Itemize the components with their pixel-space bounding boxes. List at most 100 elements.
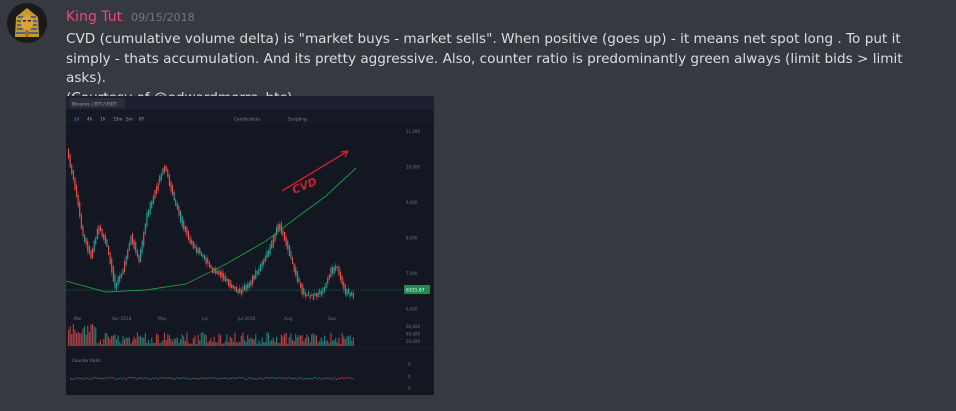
counter-ratio-dot	[341, 377, 343, 379]
counter-ratio-dot	[280, 377, 281, 379]
counter-ratio-dot	[149, 378, 151, 380]
volume-bar	[68, 329, 70, 346]
counter-ratio-dot	[138, 377, 140, 379]
counter-ratio-dot	[294, 378, 295, 379]
image-attachment[interactable]: Binance | BTC/USDT 1d 4h 1h 15m 5m 6T Candles…	[66, 96, 434, 395]
candle	[178, 206, 180, 216]
candle	[77, 194, 79, 207]
counter-ratio-dot	[324, 377, 326, 379]
username[interactable]: King Tut	[66, 9, 122, 25]
counter-ratio-dot	[81, 377, 83, 379]
counter-ratio-dot	[98, 377, 99, 379]
counter-ratio-dot	[79, 378, 81, 380]
counter-ratio-dot	[327, 377, 329, 379]
candle	[127, 249, 129, 259]
volume-bar	[309, 342, 311, 346]
counter-ratio-dot	[317, 378, 319, 380]
candle	[210, 264, 212, 269]
volume-bar	[298, 334, 300, 346]
candle	[223, 273, 225, 281]
volume-bar	[308, 336, 310, 346]
counter-ratio-dot	[201, 377, 203, 379]
volume-bar	[306, 334, 308, 346]
counter-ratio-dot	[225, 377, 227, 379]
pharaoh-avatar-image	[7, 3, 47, 43]
counter-ratio-dot	[198, 378, 200, 380]
counter-ratio-dot	[96, 378, 98, 379]
candle	[165, 165, 167, 171]
volume-bar	[240, 335, 242, 346]
counter-ratio-dot	[114, 378, 116, 380]
candle	[119, 275, 121, 282]
counter-ratio-dot	[287, 377, 288, 379]
counter-ratio-dot	[313, 377, 315, 378]
counter-ratio-dot	[292, 378, 294, 380]
candle	[74, 177, 76, 190]
counter-ratio-dot	[102, 378, 104, 380]
volume-bar	[332, 341, 334, 346]
volume-bar	[256, 343, 258, 346]
volume-bar	[327, 340, 329, 346]
counter-ratio-dot	[88, 378, 90, 380]
counter-ratio-dot	[278, 377, 280, 379]
candle	[208, 261, 210, 268]
counter-ratio-dot	[214, 377, 216, 379]
volume-bar	[90, 324, 92, 346]
volume-bar	[266, 332, 268, 346]
counter-ratio-dot	[226, 377, 228, 379]
candle	[112, 266, 114, 282]
timeframe-button: 4h	[87, 117, 93, 122]
candle	[269, 244, 271, 255]
counter-ratio-dot	[109, 377, 111, 379]
candle	[312, 293, 314, 300]
counter-ratio-dot	[172, 377, 174, 379]
candle	[114, 274, 116, 289]
volume-bar	[165, 340, 167, 346]
candle	[218, 270, 220, 275]
candle	[180, 210, 182, 223]
counter-ratio-dot	[221, 377, 223, 379]
volume-bar	[272, 337, 274, 346]
volume-bar	[311, 334, 313, 346]
counter-ratio-dot	[222, 377, 224, 379]
counter-ratio-dot	[267, 377, 269, 378]
volume-bar	[271, 340, 273, 346]
candle	[146, 212, 148, 227]
volume-bar	[106, 333, 108, 346]
candle	[151, 200, 153, 209]
volume-bar	[324, 335, 326, 346]
candle	[199, 247, 201, 254]
volume-bar	[303, 341, 305, 346]
price-axis-label: 7,000	[406, 271, 418, 276]
counter-ratio-dot	[103, 377, 105, 379]
candle	[216, 270, 218, 275]
avatar[interactable]	[7, 3, 47, 43]
counter-ratio-dot	[91, 378, 92, 380]
counter-ratio-dot	[326, 377, 328, 379]
month-label: Apr 2018	[112, 316, 132, 321]
candle	[82, 225, 84, 237]
counter-ratio-dot	[289, 377, 291, 379]
volume-bar	[295, 333, 297, 346]
counter-ratio-dot	[177, 377, 179, 379]
counter-ratio-dot	[350, 377, 351, 379]
counter-ratio-dot	[126, 378, 127, 380]
trading-chart-image: Binance | BTC/USDT 1d 4h 1h 15m 5m 6T Candles…	[66, 96, 434, 395]
volume-bar	[292, 339, 294, 346]
counter-ratio-dot	[247, 377, 249, 378]
volume-bar	[320, 337, 322, 346]
counter-ratio-dot	[133, 377, 134, 379]
price-axis-label: 8,000	[406, 236, 418, 241]
candle	[192, 241, 194, 249]
counter-ratio-dot	[72, 378, 74, 380]
candle	[351, 291, 353, 296]
candle	[348, 288, 350, 294]
volume-bar	[250, 337, 252, 346]
volume-bar	[120, 343, 122, 346]
candle	[103, 233, 105, 240]
counter-ratio-dot	[82, 378, 84, 380]
candle	[132, 233, 134, 245]
volume-bar	[263, 342, 265, 346]
counter-ratio-dot	[312, 378, 314, 380]
volume-bar	[124, 339, 126, 346]
